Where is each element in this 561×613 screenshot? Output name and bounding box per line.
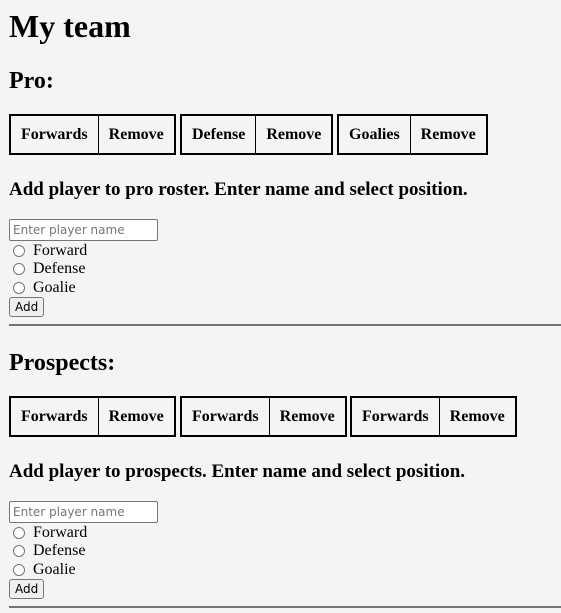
pro-radio-defense[interactable]: Defense	[13, 259, 85, 278]
radio-circle-icon[interactable]	[13, 281, 25, 294]
radio-circle-icon[interactable]	[13, 526, 25, 539]
pro-section-title: Pro:	[9, 68, 54, 94]
pro-defense-label: Defense	[192, 125, 246, 143]
prospects-table-3: Forwards Remove	[350, 396, 517, 437]
pro-defense-remove-button[interactable]: Remove	[255, 116, 331, 153]
pro-radio-defense-label: Defense	[33, 259, 86, 277]
prospects-radio-goalie[interactable]: Goalie	[13, 560, 76, 579]
pro-instructions: Add player to pro roster. Enter name and…	[9, 179, 468, 200]
pro-radio-goalie-label: Goalie	[33, 278, 76, 296]
prospects-radio-goalie-label: Goalie	[33, 560, 76, 578]
pro-goalies-label: Goalies	[349, 125, 400, 143]
pro-radio-forward-label: Forward	[33, 241, 88, 259]
prospects-remove-button-3[interactable]: Remove	[438, 398, 515, 435]
pro-defense-table: Defense Remove	[180, 114, 334, 155]
prospects-position-label-2: Forwards	[192, 407, 259, 425]
pro-radio-goalie[interactable]: Goalie	[13, 278, 76, 297]
pro-forwards-table: Forwards Remove	[9, 114, 176, 155]
prospects-remove-button-2[interactable]: Remove	[268, 398, 345, 435]
pro-forwards-remove-button[interactable]: Remove	[97, 116, 174, 153]
pro-forwards-label: Forwards	[21, 125, 88, 143]
prospects-table-2: Forwards Remove	[180, 396, 347, 437]
prospects-radio-defense[interactable]: Defense	[13, 541, 85, 560]
prospects-instructions: Add player to prospects. Enter name and …	[9, 461, 466, 482]
prospects-section-title: Prospects:	[9, 350, 116, 376]
section-divider	[9, 324, 561, 326]
page-title: My team	[9, 8, 131, 44]
prospects-radio-forward[interactable]: Forward	[13, 523, 87, 542]
pro-player-name-input[interactable]	[9, 219, 158, 241]
prospects-radio-defense-label: Defense	[33, 541, 86, 559]
prospects-remove-button-1[interactable]: Remove	[97, 398, 174, 435]
radio-circle-icon[interactable]	[13, 262, 25, 275]
radio-circle-icon[interactable]	[13, 563, 25, 576]
radio-circle-icon[interactable]	[13, 244, 25, 257]
prospects-radio-forward-label: Forward	[33, 523, 88, 541]
prospects-player-name-input[interactable]	[9, 501, 158, 523]
pro-goalies-remove-button[interactable]: Remove	[409, 116, 486, 153]
prospects-add-button[interactable]: Add	[9, 579, 45, 599]
prospects-table-1: Forwards Remove	[9, 396, 176, 437]
prospects-position-label-3: Forwards	[362, 407, 429, 425]
prospects-position-label-1: Forwards	[21, 407, 88, 425]
radio-circle-icon[interactable]	[13, 544, 25, 557]
section-divider	[9, 606, 561, 608]
pro-radio-forward[interactable]: Forward	[13, 241, 87, 260]
pro-add-button[interactable]: Add	[9, 297, 45, 317]
pro-goalies-table: Goalies Remove	[337, 114, 488, 155]
